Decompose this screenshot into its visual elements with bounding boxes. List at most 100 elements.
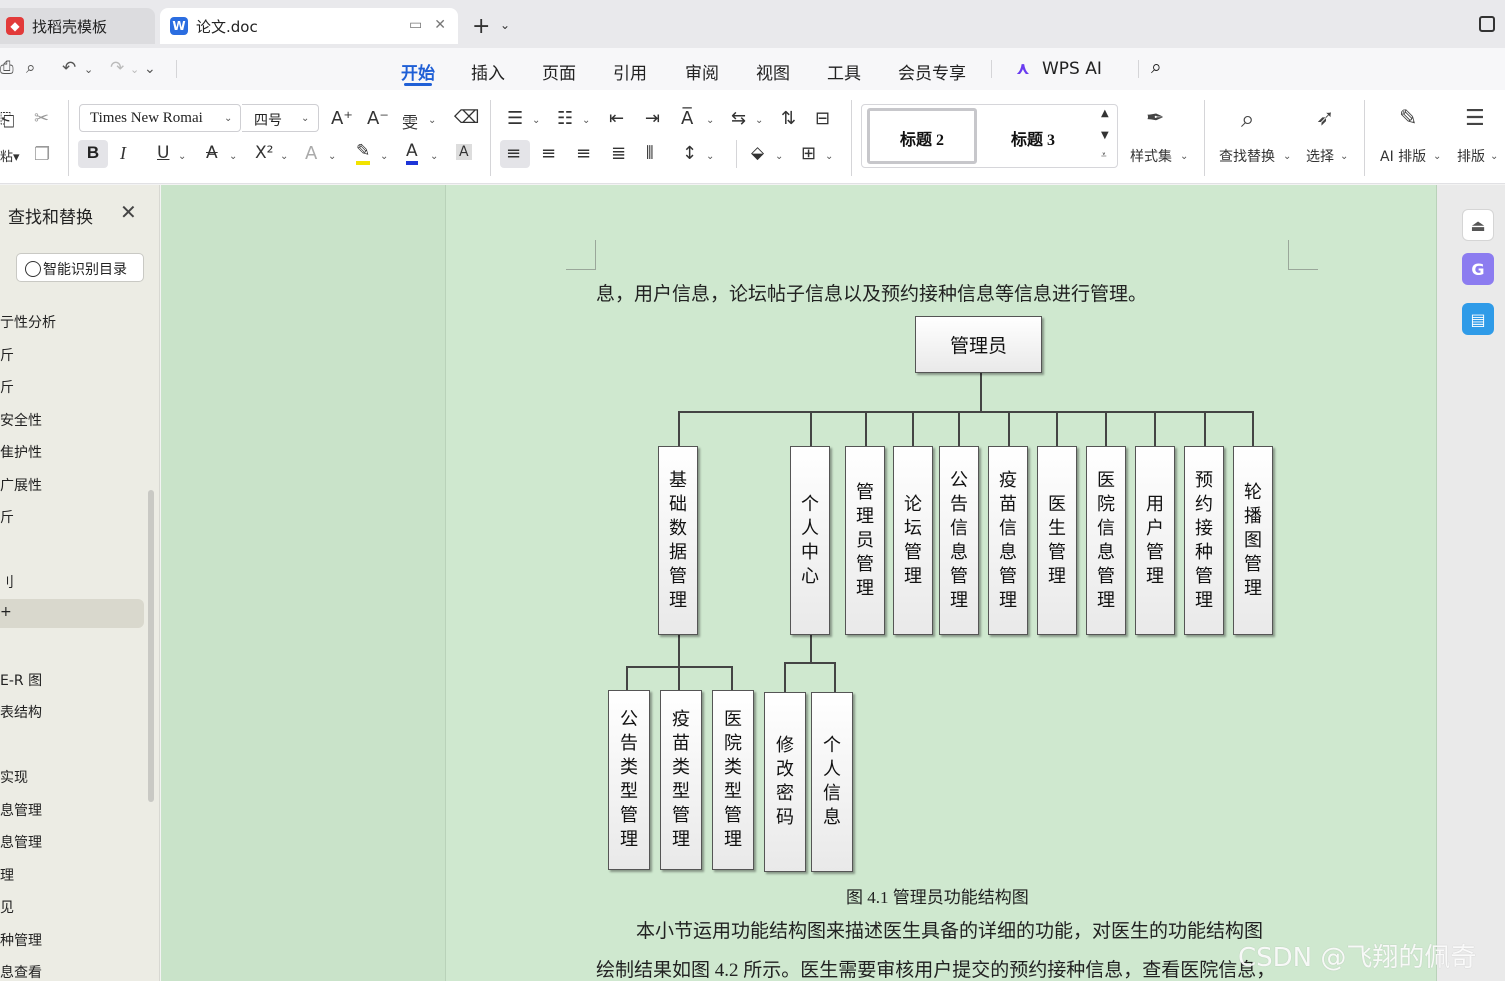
ai-layout-icon[interactable]: ✎ xyxy=(1399,106,1417,131)
smart-toc-button[interactable]: 智能识别目录 xyxy=(16,253,144,282)
toc-item[interactable]: 息查看 xyxy=(0,962,42,981)
collapse-icon[interactable]: ⏏ xyxy=(1462,209,1494,241)
menu-page[interactable]: 页面 xyxy=(542,59,576,84)
search-icon[interactable]: ⌕ xyxy=(1151,56,1162,78)
ai-layout-button[interactable]: AI 排版 xyxy=(1380,146,1426,166)
toc-item[interactable]: 广展性 xyxy=(0,475,42,495)
scroll-down-icon[interactable]: ▼ xyxy=(1101,130,1109,141)
toc-item[interactable]: 种管理 xyxy=(0,930,42,950)
close-icon[interactable]: ✕ xyxy=(120,200,137,224)
select-cursor-icon[interactable]: ➶ xyxy=(1316,106,1334,131)
align-center-icon[interactable]: ≡ xyxy=(541,143,556,164)
chevron-down-icon[interactable]: ⌄ xyxy=(130,63,139,76)
toc-item[interactable]: 理 xyxy=(0,865,14,885)
style-set-button[interactable]: 样式集 xyxy=(1130,146,1172,166)
menu-review[interactable]: 审阅 xyxy=(685,59,719,84)
print-icon[interactable]: ⎙ xyxy=(0,58,14,78)
more-chevron-icon[interactable]: ⌄ xyxy=(144,61,156,77)
find-replace-icon[interactable]: ⌕ xyxy=(1241,105,1254,133)
menu-tools[interactable]: 工具 xyxy=(827,59,861,84)
close-icon[interactable]: ✕ xyxy=(434,17,446,33)
menu-member[interactable]: 会员专享 xyxy=(898,59,966,84)
style-heading-3[interactable]: 标题 3 xyxy=(1011,126,1055,150)
toc-item[interactable]: 息管理 xyxy=(0,832,42,852)
scroll-up-icon[interactable]: ▲ xyxy=(1101,108,1109,119)
copy-icon[interactable]: ❐ xyxy=(34,144,50,165)
monitor-icon[interactable]: ▭ xyxy=(409,17,422,33)
toc-item[interactable]: 见 xyxy=(0,897,14,917)
text-effect-icon[interactable]: A xyxy=(305,143,317,164)
sort-icon[interactable]: ⇅ xyxy=(781,108,796,129)
char-shading-icon[interactable]: A xyxy=(456,144,472,160)
shading-icon[interactable]: ⬙ xyxy=(751,143,764,163)
toc-item[interactable]: 隹护性 xyxy=(0,442,42,462)
superscript-button[interactable]: X² xyxy=(255,143,273,163)
align-right-icon[interactable]: ≡ xyxy=(576,143,591,164)
italic-button[interactable]: I xyxy=(120,143,126,164)
select-button[interactable]: 选择 xyxy=(1306,146,1334,166)
ai-assistant-icon[interactable]: G xyxy=(1462,253,1494,285)
menu-references[interactable]: 引用 xyxy=(613,59,647,84)
font-name-select[interactable]: Times New Romai xyxy=(79,104,241,132)
toc-item[interactable]: 实现 xyxy=(0,767,28,787)
divider xyxy=(176,60,177,78)
toc-item[interactable]: 息管理 xyxy=(0,800,42,820)
menu-insert[interactable]: 插入 xyxy=(471,59,505,84)
toc-item[interactable]: 斤 xyxy=(0,377,14,397)
expand-icon[interactable]: ⩡ xyxy=(1101,150,1107,161)
increase-indent-icon[interactable]: ⇥ xyxy=(645,108,660,129)
cut-icon[interactable]: ✂ xyxy=(34,108,49,129)
toc-item[interactable]: 表结构 xyxy=(0,702,42,722)
underline-button[interactable]: U xyxy=(157,143,169,163)
text-direction-icon[interactable]: ⇆ xyxy=(731,108,746,129)
toc-item-selected[interactable]: + xyxy=(0,604,12,620)
eraser-icon[interactable]: ⌫ xyxy=(454,107,479,128)
window-restore-icon[interactable] xyxy=(1479,16,1495,32)
line-spacing-icon[interactable]: ↕ xyxy=(682,143,697,164)
navigation-panel xyxy=(0,185,160,981)
chevron-down-icon[interactable]: ⌄ xyxy=(500,18,510,32)
panel-scrollbar[interactable] xyxy=(148,490,154,802)
distributed-icon[interactable]: ⫴ xyxy=(646,143,654,164)
strikethrough-button[interactable]: A xyxy=(206,143,218,163)
redo-icon[interactable]: ↷ xyxy=(110,58,124,78)
connector-line xyxy=(980,373,982,412)
bold-button[interactable]: B xyxy=(78,140,108,168)
toc-item[interactable]: 刂 xyxy=(0,572,14,592)
toc-item[interactable]: 斤 xyxy=(0,345,14,365)
menu-home[interactable]: 开始 xyxy=(401,59,435,84)
toc-item[interactable]: 安全性 xyxy=(0,410,42,430)
show-marks-icon[interactable]: ⊟ xyxy=(815,108,830,129)
style-set-icon[interactable]: ✒ xyxy=(1146,106,1164,131)
menu-view[interactable]: 视图 xyxy=(756,59,790,84)
shrink-font-icon[interactable]: A⁻ xyxy=(367,108,389,129)
tab-template-store[interactable]: ◆ 找稻壳模板 xyxy=(0,8,155,44)
justify-icon[interactable]: ≣ xyxy=(611,143,626,164)
numbering-icon[interactable]: ☷ xyxy=(557,108,573,129)
tab-document[interactable]: W 论文.doc ▭ ✕ xyxy=(160,8,458,44)
layout-icon[interactable]: ☰ xyxy=(1465,106,1485,131)
bullets-icon[interactable]: ☰ xyxy=(507,108,523,129)
chevron-down-icon[interactable]: ⌄ xyxy=(84,63,93,76)
layout-button[interactable]: 排版 xyxy=(1457,146,1485,166)
highlight-icon[interactable]: ✎ xyxy=(356,141,371,165)
font-color-icon[interactable]: A xyxy=(406,141,418,165)
grow-font-icon[interactable]: A⁺ xyxy=(331,108,353,129)
toc-item[interactable]: 亍性分析 xyxy=(0,312,56,332)
clipboard-icon[interactable]: ⎗ xyxy=(0,110,14,131)
new-tab-icon[interactable]: + xyxy=(472,14,490,39)
paste-label[interactable]: 粘▾ xyxy=(0,146,20,165)
connector-line xyxy=(1105,411,1107,447)
border-icon[interactable]: ⊞ xyxy=(801,143,816,164)
find-replace-button[interactable]: 查找替换 xyxy=(1219,146,1275,166)
toc-item[interactable]: E-R 图 xyxy=(0,670,42,690)
undo-icon[interactable]: ↶ xyxy=(62,58,76,78)
decrease-indent-icon[interactable]: ⇤ xyxy=(609,108,624,129)
toc-item[interactable]: 斤 xyxy=(0,507,14,527)
phonetic-guide-icon[interactable]: 雯 xyxy=(402,109,418,133)
doc-check-icon[interactable]: ▤ xyxy=(1462,303,1494,335)
change-case-icon[interactable]: A̅ xyxy=(681,108,693,129)
style-heading-2[interactable]: 标题 2 xyxy=(867,108,977,164)
print-preview-icon[interactable]: ⌕ xyxy=(26,58,36,78)
menu-wps-ai[interactable]: WPS AI xyxy=(1042,59,1102,79)
